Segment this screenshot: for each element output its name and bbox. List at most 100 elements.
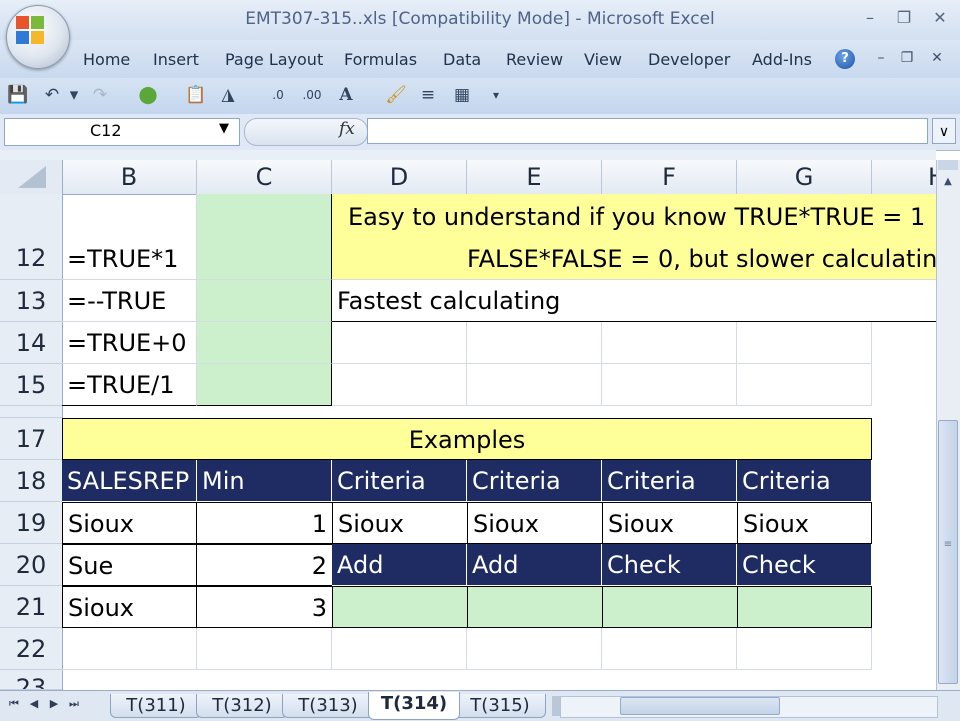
vertical-scroll-thumb[interactable] [938,420,958,684]
name-box-dropdown-icon[interactable]: ▼ [219,121,229,136]
tab-add-ins[interactable]: Add-Ins [752,50,812,69]
font-color-icon[interactable]: A [334,83,358,107]
cell-d22[interactable] [332,628,467,670]
row-header-17[interactable]: 17 [0,418,62,460]
prev-sheet-icon[interactable]: ◀ [26,694,42,714]
minimize-icon[interactable]: – [856,8,884,28]
borders-icon[interactable]: ▦ [450,83,474,107]
paste-icon[interactable]: 📋 [184,83,208,107]
cell-f19[interactable]: Sioux [602,502,738,544]
tab-data[interactable]: Data [443,50,481,69]
row-header-13[interactable]: 13 [0,280,62,322]
cell-d14[interactable] [332,322,467,364]
cell-b18[interactable]: SALESREP [62,460,197,502]
name-box[interactable] [4,118,240,146]
cell-e14[interactable] [467,322,602,364]
cell-e21[interactable] [467,586,603,628]
ribbon-close-icon[interactable]: ✕ [926,48,948,68]
sheet-tab-t315[interactable]: T(315) [454,694,546,718]
increase-decimal-icon[interactable]: .0 [266,83,290,107]
cell-e20[interactable]: Add [467,544,602,586]
restore-icon[interactable]: ❐ [890,8,918,28]
close-icon[interactable]: ✕ [926,8,954,28]
cell-g22[interactable] [737,628,872,670]
column-header-h[interactable]: H [872,160,946,194]
tab-developer[interactable]: Developer [648,50,730,69]
row-header-12[interactable]: 12 [0,194,62,280]
redo-icon[interactable]: ↷ [88,83,112,107]
cell-c13[interactable] [197,280,332,322]
cell-e15[interactable] [467,364,602,406]
row-header-20[interactable]: 20 [0,544,62,586]
cell-b19[interactable]: Sioux [62,502,197,544]
cell-d12-merged[interactable]: Easy to understand if you know TRUE*TRUE… [332,194,936,280]
cell-f21[interactable] [602,586,738,628]
cell-f18[interactable]: Criteria [602,460,737,502]
cell-c21[interactable]: 3 [196,586,333,628]
cell-f14[interactable] [602,322,737,364]
circle-icon[interactable]: ⬤ [136,83,160,107]
cell-d21[interactable] [332,586,468,628]
cell-b22[interactable] [62,628,197,670]
row-header-22[interactable]: 22 [0,628,62,670]
cell-b15[interactable]: =TRUE/1 [62,364,197,406]
insert-function-icon[interactable]: fx [339,119,355,139]
next-sheet-icon[interactable]: ▶ [46,694,62,714]
undo-icon[interactable]: ↶ [40,83,64,107]
tab-home[interactable]: Home [83,50,130,69]
scroll-up-icon[interactable]: ▲ [938,172,958,192]
cell-e18[interactable]: Criteria [467,460,602,502]
cell-g19[interactable]: Sioux [737,502,872,544]
fill-color-icon[interactable]: ◮ [216,83,240,107]
cell-c14[interactable] [197,322,332,364]
cell-g18[interactable]: Criteria [737,460,872,502]
formula-input[interactable] [367,118,928,144]
cell-g20[interactable]: Check [737,544,872,586]
help-icon[interactable]: ? [835,49,855,69]
column-header-b[interactable]: B [62,160,197,194]
cell-d20[interactable]: Add [332,544,467,586]
column-header-c[interactable]: C [197,160,332,194]
cell-d15[interactable] [332,364,467,406]
tab-review[interactable]: Review [506,50,563,69]
ribbon-minimize-icon[interactable]: – [870,48,892,68]
cell-b21[interactable]: Sioux [62,586,197,628]
cell-c15[interactable] [197,364,332,406]
column-header-g[interactable]: G [737,160,872,194]
column-header-f[interactable]: F [602,160,737,194]
row-header-21[interactable]: 21 [0,586,62,628]
cell-d13[interactable]: Fastest calculating [332,280,936,322]
horizontal-scroll-thumb[interactable] [620,697,780,715]
row-header-18[interactable]: 18 [0,460,62,502]
cell-c22[interactable] [197,628,332,670]
undo-dropdown-icon[interactable]: ▾ [62,83,86,107]
cell-c19[interactable]: 1 [196,502,333,544]
save-icon[interactable]: 💾 [6,83,30,107]
tab-split-handle[interactable] [552,696,560,716]
row-header-16[interactable]: 16 [0,406,62,418]
tab-formulas[interactable]: Formulas [344,50,417,69]
cell-b12[interactable]: =TRUE*1 [62,194,197,280]
tab-insert[interactable]: Insert [153,50,199,69]
cell-d18[interactable]: Criteria [332,460,467,502]
column-header-e[interactable]: E [467,160,602,194]
cell-g14[interactable] [737,322,872,364]
format-painter-icon[interactable]: 🖌 [384,83,408,107]
cell-b20[interactable]: Sue [62,544,197,586]
ribbon-restore-icon[interactable]: ❐ [896,48,918,68]
sheet-tab-t311[interactable]: T(311) [110,694,202,718]
tab-page-layout[interactable]: Page Layout [225,50,323,69]
cell-d19[interactable]: Sioux [332,502,468,544]
cell-e19[interactable]: Sioux [467,502,603,544]
cell-g15[interactable] [737,364,872,406]
sheet-tab-t312[interactable]: T(312) [196,694,288,718]
cell-b13[interactable]: =--TRUE [62,280,197,322]
align-icon[interactable]: ≡ [416,83,440,107]
sheet-tab-t314[interactable]: T(314) [368,692,460,720]
cell-f22[interactable] [602,628,737,670]
cell-f15[interactable] [602,364,737,406]
row-header-14[interactable]: 14 [0,322,62,364]
tab-view[interactable]: View [584,50,622,69]
cell-g21[interactable] [737,586,872,628]
cell-f20[interactable]: Check [602,544,737,586]
